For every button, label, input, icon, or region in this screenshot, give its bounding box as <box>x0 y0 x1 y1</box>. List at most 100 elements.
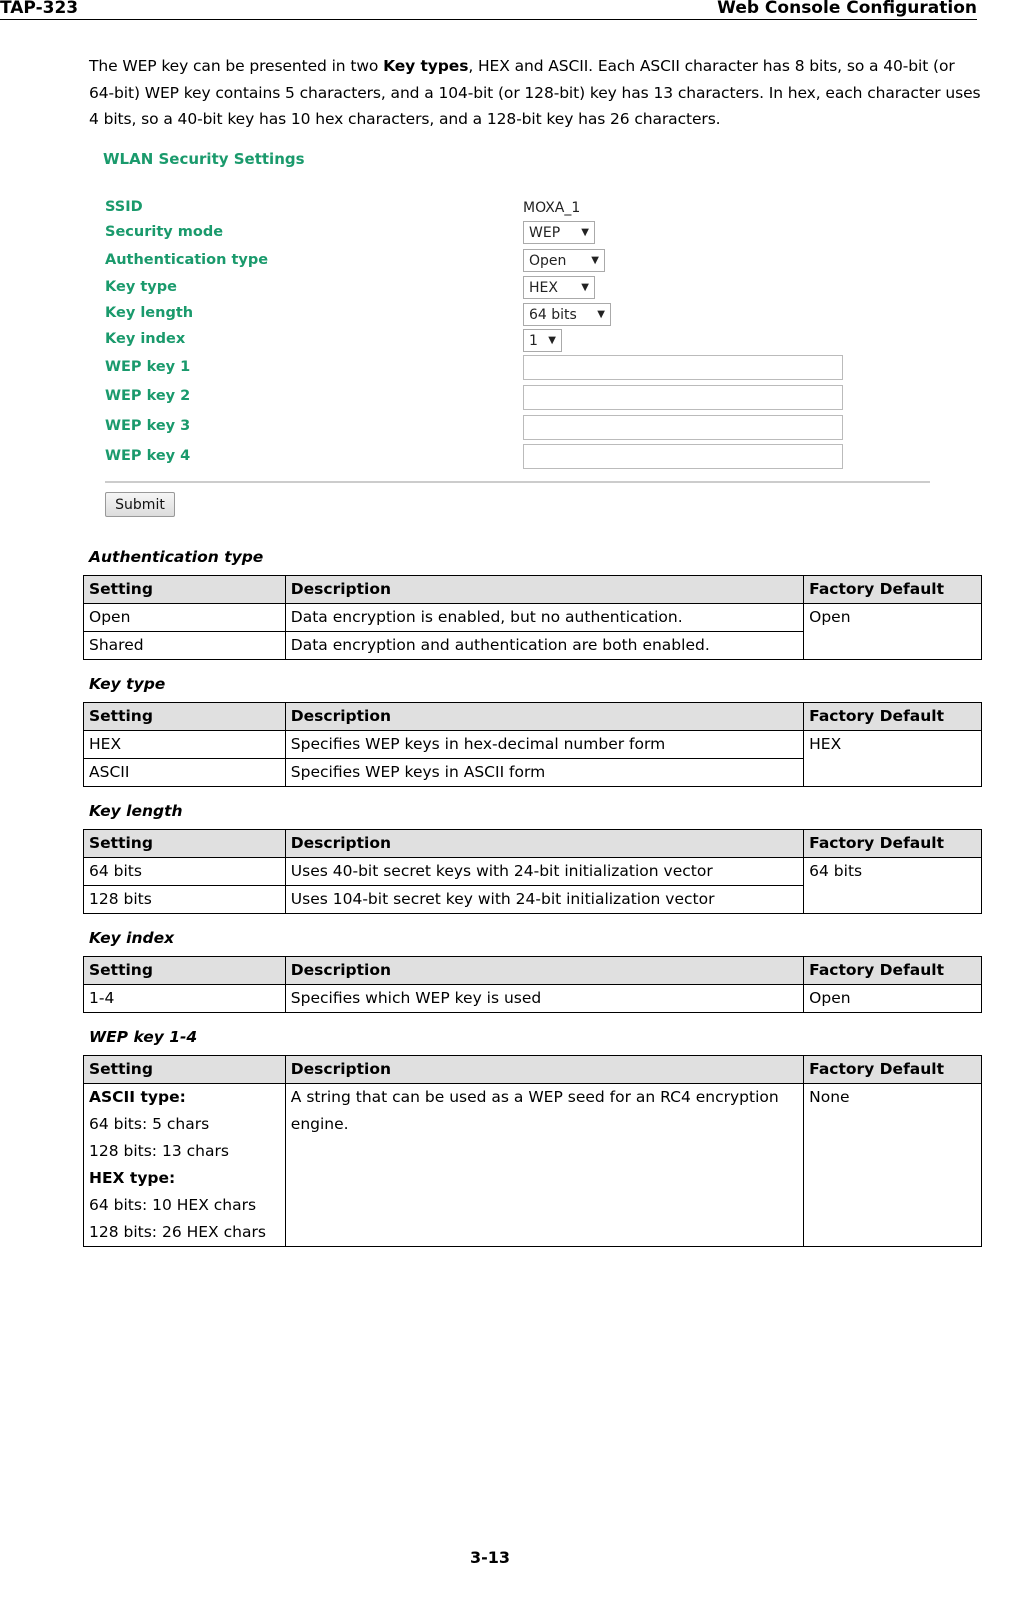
auth-type-label: Authentication type <box>105 252 269 268</box>
chapter-title: Web Console Configuration <box>717 0 977 18</box>
security-mode-label: Security mode <box>105 224 224 240</box>
cell-setting: ASCII type: 64 bits: 5 chars 128 bits: 1… <box>83 1083 286 1247</box>
table-row: ASCII type: 64 bits: 5 chars 128 bits: 1… <box>83 1083 982 1247</box>
table-row: HEX Specifies WEP keys in hex-decimal nu… <box>83 730 982 787</box>
header-default: Factory Default <box>803 829 982 858</box>
cell-setting: Shared <box>83 631 286 660</box>
submit-button[interactable]: Submit <box>105 492 175 517</box>
cell-default: Open <box>803 603 982 660</box>
cell-setting: 64 bits <box>83 857 286 886</box>
header-default: Factory Default <box>803 1055 982 1084</box>
key-type-section-title: Key type <box>89 675 166 693</box>
auth-type-section-title: Authentication type <box>89 548 264 566</box>
key-index-select[interactable]: 1 ▼ <box>523 329 562 352</box>
page-number: 3-13 <box>469 1548 511 1567</box>
product-name: TAP-323 <box>0 0 79 18</box>
cell-description: Specifies which WEP key is used <box>284 984 805 1013</box>
cell-description: Uses 104-bit secret key with 24-bit init… <box>284 885 805 914</box>
cell-default: Open <box>803 984 982 1013</box>
wlan-security-settings-panel: WLAN Security Settings SSID MOXA_1 Secur… <box>100 145 940 525</box>
wep-key-2-input[interactable] <box>523 385 843 410</box>
wep-key-4-label: WEP key 4 <box>105 448 191 464</box>
header-setting: Setting <box>83 702 286 731</box>
divider <box>105 481 930 483</box>
chevron-down-icon: ▼ <box>581 227 589 238</box>
chevron-down-icon: ▼ <box>591 255 599 266</box>
hex-128-line: 128 bits: 26 HEX chars <box>89 1223 266 1241</box>
intro-text-1: The WEP key can be presented in two <box>89 57 384 75</box>
wep-key-section-title: WEP key 1-4 <box>89 1028 198 1046</box>
cell-default: 64 bits <box>803 857 982 914</box>
wep-key-4-input[interactable] <box>523 444 843 469</box>
cell-setting: 128 bits <box>83 885 286 914</box>
header-description: Description <box>284 829 805 858</box>
header-setting: Setting <box>83 575 286 604</box>
key-length-select[interactable]: 64 bits ▼ <box>523 303 611 326</box>
auth-type-value: Open <box>529 252 567 269</box>
panel-title: WLAN Security Settings <box>103 150 305 168</box>
table-header-row: Setting Description Factory Default <box>83 829 982 858</box>
key-type-value: HEX <box>529 279 558 296</box>
wep-key-1-input[interactable] <box>523 355 843 380</box>
table-header-row: Setting Description Factory Default <box>83 1055 982 1084</box>
key-length-section-title: Key length <box>89 802 183 820</box>
cell-setting: 1-4 <box>83 984 286 1013</box>
wep-key-2-label: WEP key 2 <box>105 388 191 404</box>
chevron-down-icon: ▼ <box>581 282 589 293</box>
key-index-value: 1 <box>529 332 538 349</box>
key-index-table: Setting Description Factory Default 1-4 … <box>83 956 982 1013</box>
cell-description: Data encryption and authentication are b… <box>284 631 805 660</box>
table-row: Open Data encryption is enabled, but no … <box>83 603 982 660</box>
cell-description: Data encryption is enabled, but no authe… <box>284 603 805 632</box>
header-default: Factory Default <box>803 956 982 985</box>
key-type-label: Key type <box>105 279 177 295</box>
cell-setting: ASCII <box>83 758 286 787</box>
key-length-label: Key length <box>105 305 194 321</box>
cell-default: None <box>803 1083 982 1247</box>
key-index-label: Key index <box>105 331 186 347</box>
header-setting: Setting <box>83 1055 286 1084</box>
cell-description: Specifies WEP keys in ASCII form <box>284 758 805 787</box>
security-mode-select[interactable]: WEP ▼ <box>523 221 595 244</box>
table-header-row: Setting Description Factory Default <box>83 702 982 731</box>
key-type-table: Setting Description Factory Default HEX … <box>83 702 982 787</box>
header-setting: Setting <box>83 829 286 858</box>
header-default: Factory Default <box>803 702 982 731</box>
wep-key-table: Setting Description Factory Default ASCI… <box>83 1055 982 1247</box>
chevron-down-icon: ▼ <box>548 335 556 346</box>
header-description: Description <box>284 956 805 985</box>
ascii-type-heading: ASCII type: <box>89 1088 186 1106</box>
ssid-value: MOXA_1 <box>523 200 581 216</box>
page-header: TAP-323 Web Console Configuration <box>0 0 977 20</box>
ascii-64-line: 64 bits: 5 chars <box>89 1115 210 1133</box>
intro-bold-key-types: Key types <box>383 57 469 75</box>
header-description: Description <box>284 575 805 604</box>
key-length-table: Setting Description Factory Default 64 b… <box>83 829 982 914</box>
cell-default: HEX <box>803 730 982 787</box>
header-setting: Setting <box>83 956 286 985</box>
table-header-row: Setting Description Factory Default <box>83 575 982 604</box>
table-row: 1-4 Specifies which WEP key is used Open <box>83 984 982 1013</box>
security-mode-value: WEP <box>529 224 561 241</box>
cell-description: A string that can be used as a WEP seed … <box>284 1083 805 1247</box>
auth-type-table: Setting Description Factory Default Open… <box>83 575 982 660</box>
key-length-value: 64 bits <box>529 306 577 323</box>
wep-key-3-label: WEP key 3 <box>105 418 191 434</box>
wep-key-3-input[interactable] <box>523 415 843 440</box>
key-index-section-title: Key index <box>89 929 175 947</box>
header-default: Factory Default <box>803 575 982 604</box>
chevron-down-icon: ▼ <box>597 309 605 320</box>
hex-type-heading: HEX type: <box>89 1169 176 1187</box>
auth-type-select[interactable]: Open ▼ <box>523 249 605 272</box>
table-header-row: Setting Description Factory Default <box>83 956 982 985</box>
intro-paragraph: The WEP key can be presented in two Key … <box>89 53 984 133</box>
header-description: Description <box>284 1055 805 1084</box>
cell-description: Uses 40-bit secret keys with 24-bit init… <box>284 857 805 886</box>
header-description: Description <box>284 702 805 731</box>
hex-64-line: 64 bits: 10 HEX chars <box>89 1196 257 1214</box>
cell-setting: HEX <box>83 730 286 759</box>
key-type-select[interactable]: HEX ▼ <box>523 276 595 299</box>
ascii-128-line: 128 bits: 13 chars <box>89 1142 229 1160</box>
wep-key-1-label: WEP key 1 <box>105 359 191 375</box>
ssid-label: SSID <box>105 199 143 215</box>
